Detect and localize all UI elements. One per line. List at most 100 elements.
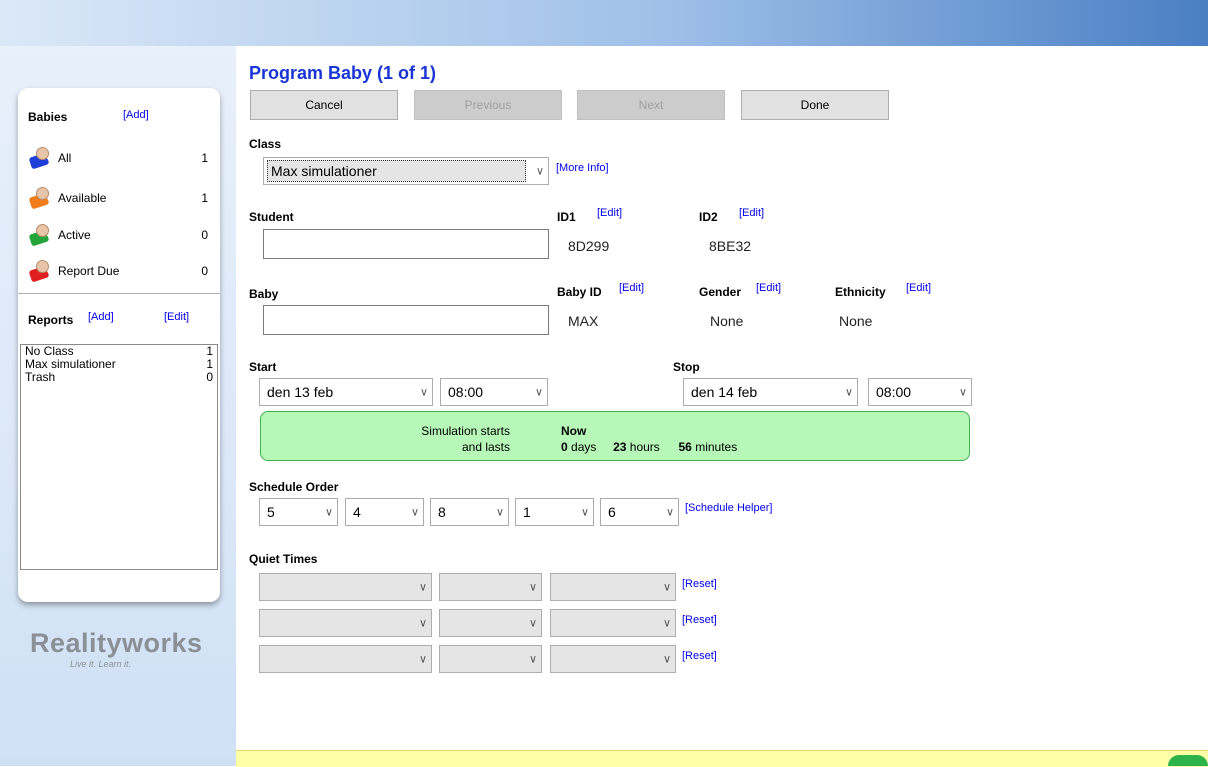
edit-ethnicity-link[interactable]: [Edit] xyxy=(906,282,931,294)
logo-tagline: Live it. Learn it. xyxy=(70,659,132,669)
more-info-link[interactable]: [More Info] xyxy=(556,162,609,174)
sim-duration: 0 days 23 hours 56 minutes xyxy=(561,440,737,454)
edit-id2-link[interactable]: [Edit] xyxy=(739,207,764,219)
stop-time-value: 08:00 xyxy=(876,384,912,400)
quiet-duration-select-2[interactable]: ∨ xyxy=(550,609,676,637)
status-bar xyxy=(236,750,1208,767)
cancel-button[interactable]: Cancel xyxy=(250,90,398,120)
sim-days-value: 0 xyxy=(561,440,568,454)
sim-hours-value: 23 xyxy=(613,440,627,454)
baby-group-available[interactable]: Available 1 xyxy=(28,187,208,210)
id2-label: ID2 xyxy=(699,210,718,224)
page-title: Program Baby (1 of 1) xyxy=(249,63,437,83)
chevron-down-icon: ∨ xyxy=(528,581,537,594)
baby-label: Baby xyxy=(249,287,279,301)
schedule-value: 4 xyxy=(353,504,361,520)
reports-heading: Reports xyxy=(28,313,74,327)
ethnicity-label: Ethnicity xyxy=(835,285,886,299)
quiet-time-select-3[interactable]: ∨ xyxy=(439,645,542,673)
chevron-down-icon: ∨ xyxy=(662,581,671,594)
quiet-times-label: Quiet Times xyxy=(249,552,318,566)
start-date-value: den 13 feb xyxy=(267,384,334,400)
chevron-down-icon: ∨ xyxy=(534,386,543,399)
sim-starts-label: Simulation starts xyxy=(421,424,510,438)
chevron-down-icon: ∨ xyxy=(418,653,427,666)
edit-id1-link[interactable]: [Edit] xyxy=(597,207,622,219)
class-label: Class xyxy=(249,137,282,151)
chevron-down-icon: ∨ xyxy=(535,165,544,178)
top-band xyxy=(0,0,1208,46)
start-time-select[interactable]: 08:00 ∨ xyxy=(440,378,548,406)
quiet-start-select-3[interactable]: ∨ xyxy=(259,645,432,673)
chevron-down-icon: ∨ xyxy=(528,653,537,666)
edit-reports-link[interactable]: [Edit] xyxy=(164,311,189,323)
quiet-start-select-2[interactable]: ∨ xyxy=(259,609,432,637)
report-item[interactable]: Trash 0 xyxy=(21,371,217,384)
schedule-value: 6 xyxy=(608,504,616,520)
stop-date-value: den 14 feb xyxy=(691,384,758,400)
simulation-summary: Simulation starts and lasts Now 0 days 2… xyxy=(260,411,970,461)
start-time-value: 08:00 xyxy=(448,384,484,400)
reset-link-3[interactable]: [Reset] xyxy=(682,650,717,662)
sim-minutes-unit: minutes xyxy=(695,440,738,454)
reset-link-1[interactable]: [Reset] xyxy=(682,578,717,590)
edit-gender-link[interactable]: [Edit] xyxy=(756,282,781,294)
baby-group-label: Report Due xyxy=(58,264,120,278)
schedule-helper-link[interactable]: [Schedule Helper] xyxy=(685,502,772,514)
quiet-duration-select-3[interactable]: ∨ xyxy=(550,645,676,673)
chevron-down-icon: ∨ xyxy=(418,581,427,594)
sidebar-divider xyxy=(18,293,220,294)
sim-lasts-label: and lasts xyxy=(461,440,510,454)
schedule-value: 5 xyxy=(267,504,275,520)
sim-hours-unit: hours xyxy=(629,440,660,454)
quiet-start-select-1[interactable]: ∨ xyxy=(259,573,432,601)
baby-group-label: Active xyxy=(58,228,91,242)
baby-group-label: Available xyxy=(58,191,107,205)
gender-value: None xyxy=(710,313,744,329)
student-input[interactable] xyxy=(263,229,549,259)
baby-group-all[interactable]: All 1 xyxy=(28,147,208,170)
baby-group-report-due[interactable]: Report Due 0 xyxy=(28,260,208,283)
schedule-select-2[interactable]: 4 ∨ xyxy=(345,498,424,526)
add-report-link[interactable]: [Add] xyxy=(88,311,114,323)
class-select[interactable]: Max simulationer ∨ xyxy=(263,157,549,185)
sim-start-value: Now xyxy=(561,424,587,438)
stop-label: Stop xyxy=(673,360,700,374)
logo-word: Realityworks xyxy=(30,628,203,658)
chevron-down-icon: ∨ xyxy=(844,386,853,399)
quiet-time-select-1[interactable]: ∨ xyxy=(439,573,542,601)
schedule-select-4[interactable]: 1 ∨ xyxy=(515,498,594,526)
previous-button[interactable]: Previous xyxy=(414,90,562,120)
ethnicity-value: None xyxy=(839,313,873,329)
schedule-select-3[interactable]: 8 ∨ xyxy=(430,498,509,526)
chevron-down-icon: ∨ xyxy=(528,617,537,630)
schedule-value: 1 xyxy=(523,504,531,520)
chevron-down-icon: ∨ xyxy=(665,506,674,519)
quiet-time-select-2[interactable]: ∨ xyxy=(439,609,542,637)
sidebar: Babies [Add] All 1 Available 1 Active 0 … xyxy=(18,88,220,602)
baby-id-value: MAX xyxy=(568,313,599,329)
stop-time-select[interactable]: 08:00 ∨ xyxy=(868,378,972,406)
quiet-duration-select-1[interactable]: ∨ xyxy=(550,573,676,601)
add-baby-link[interactable]: [Add] xyxy=(123,109,149,121)
chevron-down-icon: ∨ xyxy=(324,506,333,519)
baby-group-active[interactable]: Active 0 xyxy=(28,224,208,247)
student-label: Student xyxy=(249,210,294,224)
edit-baby-id-link[interactable]: [Edit] xyxy=(619,282,644,294)
stop-date-select[interactable]: den 14 feb ∨ xyxy=(683,378,858,406)
schedule-select-1[interactable]: 5 ∨ xyxy=(259,498,338,526)
baby-input[interactable] xyxy=(263,305,549,335)
done-button[interactable]: Done xyxy=(741,90,889,120)
report-count: 0 xyxy=(206,370,213,384)
start-date-select[interactable]: den 13 feb ∨ xyxy=(259,378,433,406)
reports-list[interactable]: No Class 1 Max simulationer 1 Trash 0 xyxy=(20,344,218,570)
chevron-down-icon: ∨ xyxy=(410,506,419,519)
baby-group-count: 1 xyxy=(201,151,208,165)
next-button[interactable]: Next xyxy=(577,90,725,120)
schedule-select-5[interactable]: 6 ∨ xyxy=(600,498,679,526)
id1-label: ID1 xyxy=(557,210,576,224)
gender-label: Gender xyxy=(699,285,742,299)
baby-id-label: Baby ID xyxy=(557,285,602,299)
reset-link-2[interactable]: [Reset] xyxy=(682,614,717,626)
chevron-down-icon: ∨ xyxy=(419,386,428,399)
